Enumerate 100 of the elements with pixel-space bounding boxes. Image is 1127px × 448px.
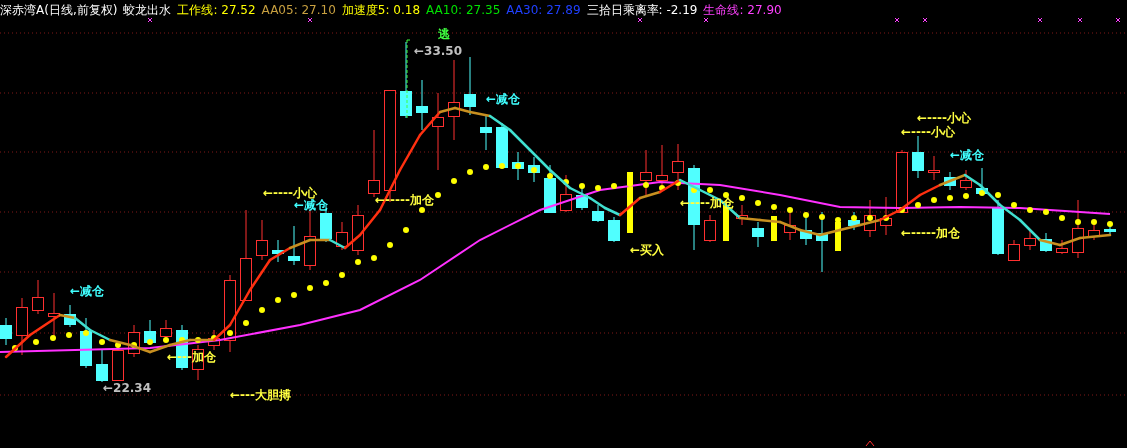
indicator-dot — [691, 187, 697, 193]
candlestick — [992, 199, 1004, 256]
indicator-dot — [66, 332, 72, 338]
candlestick — [560, 174, 572, 213]
indicator-dot — [33, 339, 39, 345]
candlestick — [464, 56, 476, 116]
indicator-value: 生命线: 27.90 — [703, 2, 782, 18]
indicator-dot — [675, 180, 681, 186]
caret-icon — [865, 440, 875, 447]
candlestick — [480, 114, 492, 151]
indicator-dot — [819, 214, 825, 220]
candlestick — [272, 239, 284, 263]
indicator-dot — [931, 197, 937, 203]
candlestick — [592, 204, 604, 223]
candlestick — [368, 129, 380, 198]
candlestick — [752, 221, 764, 248]
candlestick — [576, 187, 588, 211]
indicator-dot — [547, 173, 553, 179]
candlestick — [336, 221, 348, 251]
candlestick — [672, 143, 684, 191]
candlestick — [544, 164, 556, 214]
indicator-dot — [611, 183, 617, 189]
indicator-value: AA30: 27.89 — [506, 2, 581, 18]
candlestick — [16, 297, 28, 356]
indicator-value: 加速度5: 0.18 — [341, 2, 421, 18]
candlestick — [896, 149, 908, 213]
indicator-dot — [707, 187, 713, 193]
indicator-dot — [99, 339, 105, 345]
candlestick — [1056, 239, 1068, 255]
annotation-label: ←22.34 — [103, 381, 151, 395]
indicator-dot — [1027, 207, 1033, 213]
indicator-dot — [323, 280, 329, 286]
indicator-value: AA10: 27.35 — [426, 2, 501, 18]
indicator-dot — [1043, 209, 1049, 215]
indicator-dot — [403, 227, 409, 233]
indicator-dot — [723, 192, 729, 198]
indicator-dot — [435, 192, 441, 198]
indicator-dot — [883, 215, 889, 221]
indicator-dot — [643, 182, 649, 188]
indicator-dot — [83, 330, 89, 336]
indicator-dot — [835, 217, 841, 223]
indicator-dot — [259, 307, 265, 313]
annotation-label: ←-----加仓 — [901, 226, 960, 240]
indicator-dot — [787, 207, 793, 213]
indicator-dot — [307, 285, 313, 291]
indicator-dot — [12, 345, 18, 351]
indicator-dot — [1091, 219, 1097, 225]
candlestick — [0, 317, 12, 346]
candlestick — [128, 324, 140, 358]
indicator-dot — [355, 259, 361, 265]
indicator-dot — [995, 192, 1001, 198]
annotation-label: ←减仓 — [950, 148, 985, 162]
candlestick — [736, 204, 748, 226]
annotation-label: ←减仓 — [70, 284, 105, 298]
indicator-dot — [227, 330, 233, 336]
indicator-dot — [1059, 215, 1065, 221]
annotation-label: ←减仓 — [294, 198, 329, 212]
indicator-dot — [195, 337, 201, 343]
indicator-dot — [387, 242, 393, 248]
candlestick — [32, 279, 44, 315]
annotation-label: ←买入 — [630, 243, 665, 257]
indicator-dot — [499, 163, 505, 169]
annotation-label: ←----小心 — [917, 111, 971, 125]
candlestick — [256, 219, 268, 261]
indicator-dot — [851, 215, 857, 221]
candlestick — [771, 215, 777, 241]
candlestick — [608, 216, 620, 243]
indicator-dot — [419, 207, 425, 213]
indicator-dot — [867, 215, 873, 221]
annotation-label: ←----小心 — [901, 125, 955, 139]
candlestick — [288, 225, 300, 266]
indicator-dot — [899, 207, 905, 213]
indicator-dot — [115, 342, 121, 348]
candlestick — [784, 212, 796, 241]
indicator-name: 蛟龙出水 — [123, 2, 172, 18]
indicator-dot — [131, 342, 137, 348]
indicator-dot — [147, 339, 153, 345]
indicator-dot — [291, 292, 297, 298]
candlestick — [1024, 229, 1036, 251]
candlestick — [1104, 224, 1116, 237]
indicator-dot — [803, 212, 809, 218]
candlestick — [1008, 239, 1020, 261]
indicator-dot — [275, 297, 281, 303]
candlestick — [64, 304, 76, 328]
indicator-dot — [50, 335, 56, 341]
indicator-dot — [179, 337, 185, 343]
candlestick — [1072, 199, 1084, 259]
indicator-dot — [659, 185, 665, 191]
candlestick — [1040, 232, 1052, 253]
candlestick — [656, 144, 668, 186]
annotation-label: ←减仓 — [486, 92, 521, 106]
indicator-dot — [451, 178, 457, 184]
candlestick — [352, 204, 364, 256]
candlestick — [96, 349, 108, 383]
annotation-label: ←33.50 — [414, 44, 462, 58]
indicator-dot — [243, 320, 249, 326]
candlestick — [835, 221, 841, 251]
indicator-dot — [915, 202, 921, 208]
indicator-dot — [595, 185, 601, 191]
candlestick — [80, 317, 92, 369]
